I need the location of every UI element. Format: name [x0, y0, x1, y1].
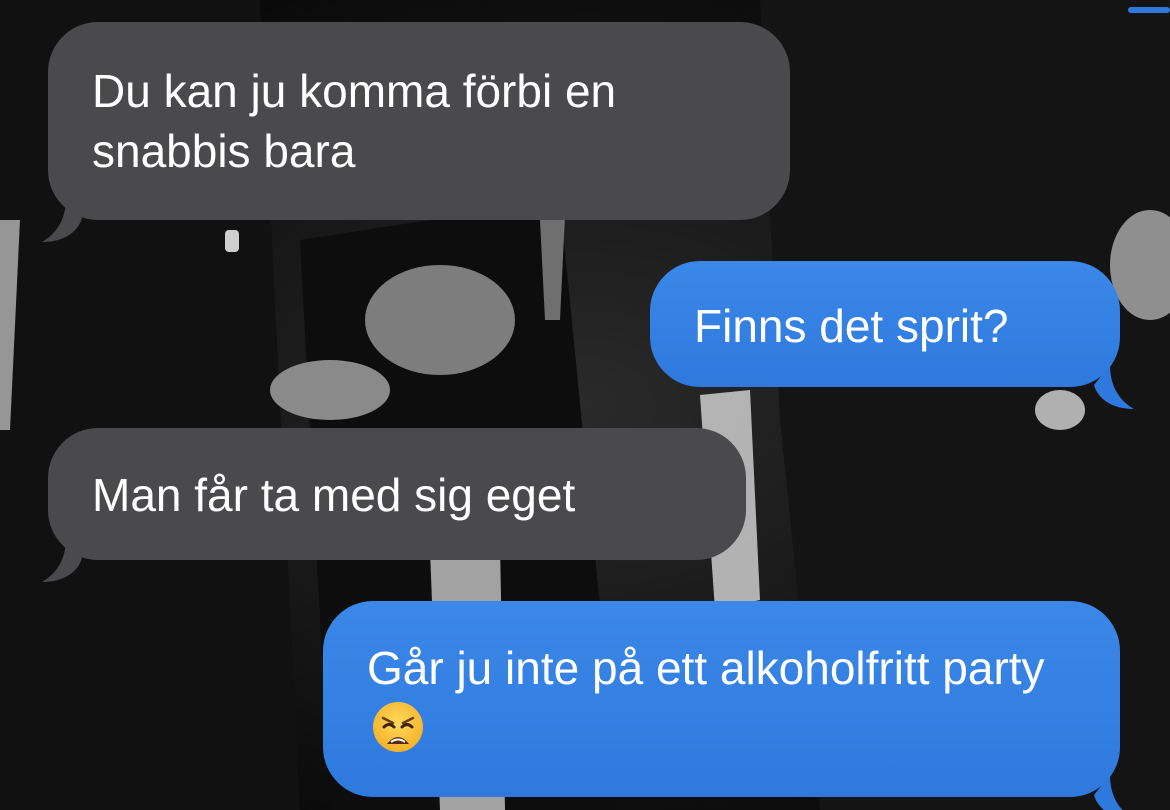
message-text: Du kan ju komma förbi en snabbis bara: [92, 65, 617, 177]
bubble-tail: [42, 198, 82, 242]
bubble-fragment: [1128, 0, 1170, 13]
message-bubble-sent[interactable]: Går ju inte på ett alkoholfritt party: [323, 601, 1123, 810]
message-bubble-sent[interactable]: Finns det sprit?: [650, 261, 1134, 409]
message-text: Går ju inte på ett alkoholfritt party: [367, 642, 1045, 694]
message-text: Man får ta med sig eget: [92, 469, 576, 521]
bubble-tail: [42, 538, 82, 582]
message-text: Finns det sprit?: [694, 300, 1009, 352]
message-thread: Du kan ju komma förbi en snabbis bara Fi…: [0, 0, 1170, 810]
weary-face-emoji: [373, 702, 423, 752]
message-bubble-received[interactable]: Man får ta med sig eget: [42, 428, 746, 582]
bubble-tail: [1094, 365, 1134, 409]
bubble-tail: [1094, 775, 1123, 810]
message-bubble-received[interactable]: Du kan ju komma förbi en snabbis bara: [42, 22, 790, 242]
